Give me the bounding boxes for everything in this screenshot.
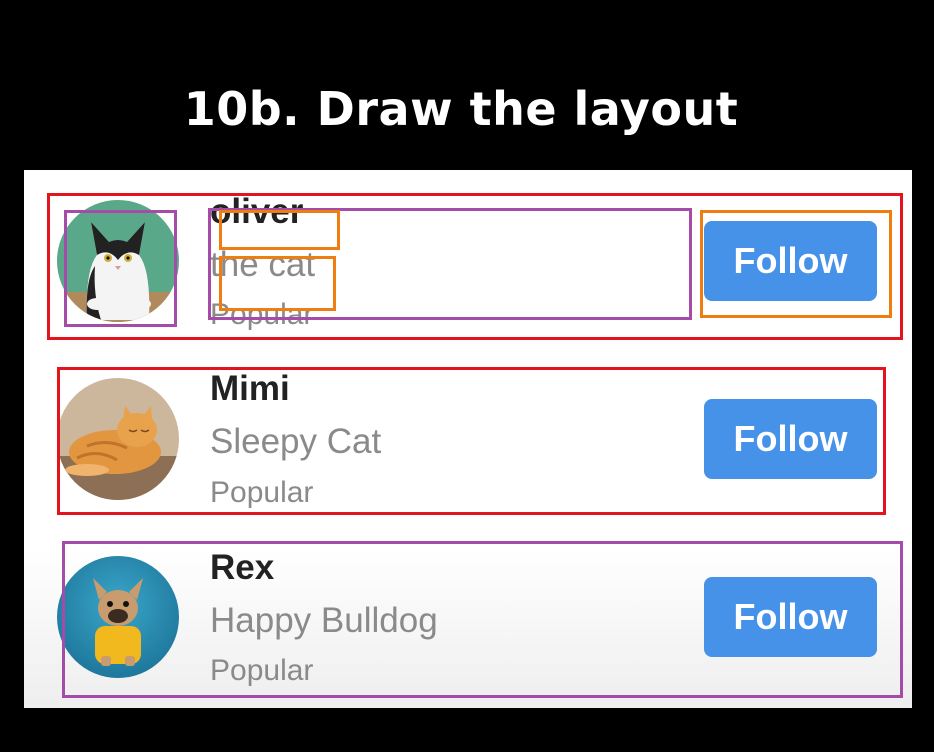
avatar-rex — [57, 556, 179, 678]
follow-button-mimi[interactable]: Follow — [704, 399, 877, 479]
user-tag-rex: Popular — [210, 654, 314, 687]
cat-photo-icon — [57, 378, 179, 500]
user-name-oliver: oliver — [210, 192, 304, 231]
dog-photo-icon — [57, 556, 179, 678]
user-list-card: oliver the cat Popular Follow Mimi Sleep… — [24, 170, 912, 708]
follow-button-rex[interactable]: Follow — [704, 577, 877, 657]
follow-button-oliver[interactable]: Follow — [704, 221, 877, 301]
user-tag-mimi: Popular — [210, 476, 314, 509]
user-subtitle-rex: Happy Bulldog — [210, 601, 438, 640]
avatar-mimi — [57, 378, 179, 500]
user-name-rex: Rex — [210, 548, 275, 587]
cat-photo-icon — [57, 200, 179, 322]
avatar-oliver — [57, 200, 179, 322]
user-subtitle-mimi: Sleepy Cat — [210, 422, 382, 461]
slide-title: 10b. Draw the layout — [183, 82, 739, 136]
user-subtitle-oliver: the cat — [210, 245, 316, 284]
user-name-mimi: Mimi — [210, 369, 290, 408]
user-tag-oliver: Popular — [210, 298, 314, 331]
